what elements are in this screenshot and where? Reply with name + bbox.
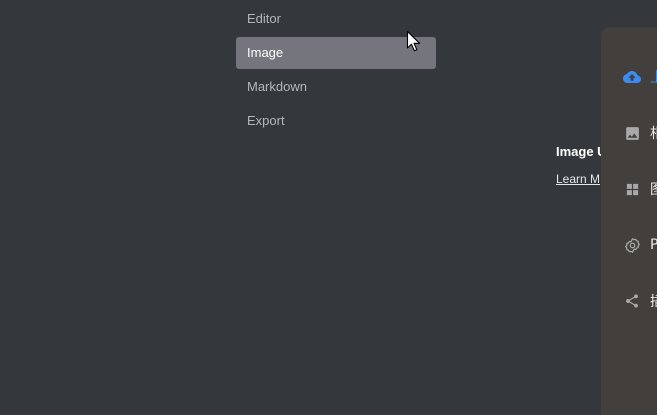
panel-item-label: P [650,237,657,253]
image-uploader-title: Image U [556,144,607,159]
panel-item-label: 相 [650,123,657,143]
panel-item-gallery[interactable]: 相 [623,123,657,143]
panel-item-settings[interactable]: P [623,235,657,255]
image-uploader-section: Image U Learn M [556,144,607,186]
learn-more-link[interactable]: Learn M [556,172,607,186]
nav-item-markdown[interactable]: Markdown [236,71,436,103]
mouse-cursor-icon [406,30,421,52]
picgo-side-panel: 上 相 图 P 插 [601,27,657,415]
panel-item-plugins[interactable]: 插 [623,291,657,311]
panel-item-picbed[interactable]: 图 [623,179,657,199]
settings-window: Editor Image Markdown Export Image U Lea… [0,0,657,415]
panel-item-label: 图 [650,179,657,199]
grid-icon [623,180,641,198]
panel-item-label: 插 [650,291,657,311]
panel-item-upload[interactable]: 上 [623,67,657,87]
gear-icon [623,236,641,254]
image-icon [623,124,641,142]
nav-item-export[interactable]: Export [236,105,436,137]
cloud-upload-icon [623,68,641,86]
panel-item-label: 上 [650,67,657,87]
share-icon [623,292,641,310]
settings-nav: Editor Image Markdown Export [236,3,436,139]
